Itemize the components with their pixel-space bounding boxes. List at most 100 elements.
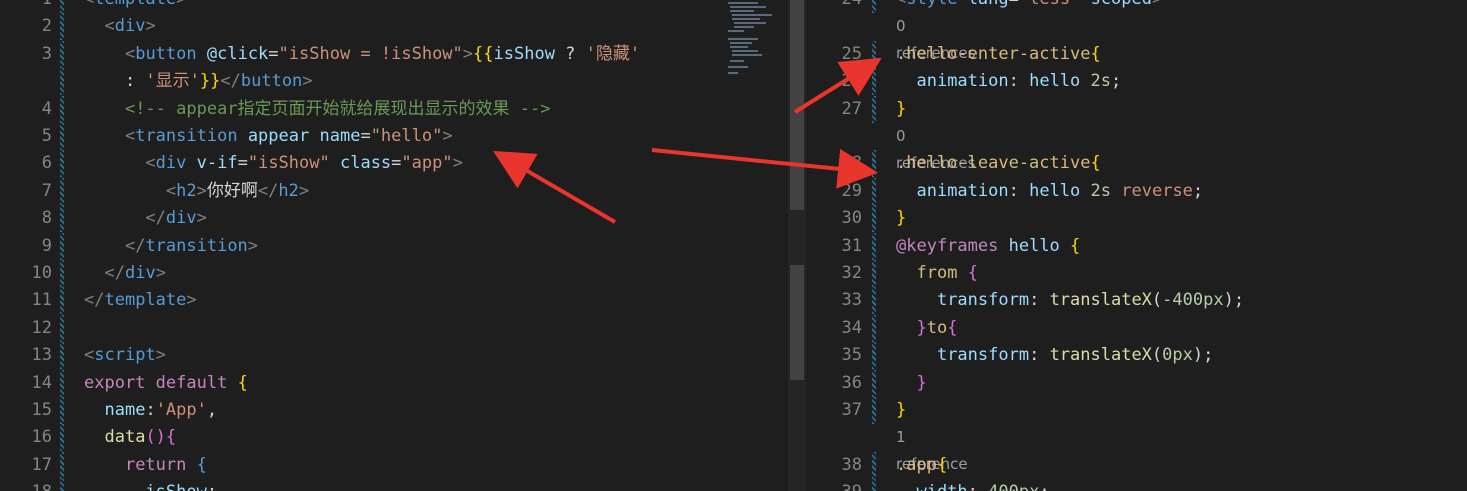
code-text[interactable]: isShow: xyxy=(84,479,217,491)
code-text[interactable]: <script> xyxy=(84,342,166,369)
git-change-indicator[interactable] xyxy=(60,205,64,233)
git-change-indicator[interactable] xyxy=(60,424,64,452)
code-text[interactable]: from { xyxy=(896,260,977,287)
code-text[interactable]: transform: translateX(0px); xyxy=(896,342,1213,369)
git-change-indicator[interactable] xyxy=(60,68,64,96)
code-token: '隐藏' xyxy=(585,43,641,64)
left-scrollbar-thumb-lower[interactable] xyxy=(790,265,804,380)
git-change-indicator[interactable] xyxy=(60,177,64,205)
code-text[interactable]: } xyxy=(896,205,906,232)
git-change-indicator[interactable] xyxy=(872,314,876,342)
line-number: 14 xyxy=(31,372,52,393)
git-change-indicator[interactable] xyxy=(60,40,64,68)
code-token: : xyxy=(207,482,217,491)
code-text[interactable]: transform: translateX(-400px); xyxy=(896,287,1244,314)
git-change-indicator[interactable] xyxy=(872,150,876,178)
git-change-indicator[interactable] xyxy=(872,479,876,491)
git-change-indicator[interactable] xyxy=(872,68,876,96)
git-change-indicator[interactable] xyxy=(872,369,876,397)
code-text[interactable]: .hello-enter-active{ xyxy=(896,41,1101,68)
git-change-indicator[interactable] xyxy=(60,287,64,315)
line-number: 13 xyxy=(31,345,52,366)
line-number: 10 xyxy=(31,263,52,283)
left-scrollbar-thumb[interactable] xyxy=(790,0,804,210)
code-text[interactable]: export default { xyxy=(84,370,248,397)
git-change-indicator[interactable] xyxy=(872,40,876,68)
code-text[interactable]: width: 400px; xyxy=(896,479,1049,491)
line-number: 33 xyxy=(841,290,862,311)
code-token: > xyxy=(186,290,197,311)
line-number: 11 xyxy=(31,290,52,311)
code-text[interactable]: </template> xyxy=(84,287,197,314)
code-text[interactable]: animation: hello 2s reverse; xyxy=(896,178,1203,205)
code-text[interactable]: </div> xyxy=(84,205,206,232)
git-change-indicator[interactable] xyxy=(872,342,876,370)
git-change-indicator[interactable] xyxy=(60,260,64,287)
code-text[interactable]: : '显示'}}</button> xyxy=(84,68,313,95)
code-text[interactable]: animation: hello 2s; xyxy=(896,68,1121,95)
code-token: < xyxy=(145,153,156,174)
code-text[interactable]: data(){ xyxy=(84,424,176,451)
git-change-indicator[interactable] xyxy=(60,232,64,260)
code-text[interactable]: } xyxy=(896,397,906,424)
git-change-indicator[interactable] xyxy=(60,13,64,41)
code-text[interactable]: return { xyxy=(84,452,207,479)
git-change-indicator[interactable] xyxy=(872,287,876,315)
git-change-indicator[interactable] xyxy=(60,95,64,123)
code-text[interactable]: <div v-if="isShow" class="app"> xyxy=(84,150,462,177)
code-text[interactable]: <template> xyxy=(84,0,186,13)
code-token: = xyxy=(391,153,402,174)
git-change-indicator[interactable] xyxy=(60,314,64,342)
code-text[interactable]: <button @click="isShow = !isShow">{{isSh… xyxy=(84,41,640,68)
code-text[interactable]: </div> xyxy=(84,260,165,287)
code-token: </ xyxy=(104,263,125,283)
git-change-indicator[interactable] xyxy=(60,150,64,178)
code-token: translateX xyxy=(1049,290,1152,311)
git-change-indicator[interactable] xyxy=(872,451,876,479)
code-text[interactable]: name:'App', xyxy=(84,397,217,424)
git-change-indicator[interactable] xyxy=(872,0,876,13)
code-text[interactable]: <h2>你好啊</h2> xyxy=(84,178,309,205)
line-number: 17 xyxy=(31,454,52,475)
code-text[interactable]: } xyxy=(896,370,926,397)
code-token: { xyxy=(1070,235,1081,256)
git-change-indicator[interactable] xyxy=(872,260,876,287)
left-editor-pane[interactable]: 1<template>2 <div>3 <button @click="isSh… xyxy=(0,0,788,491)
code-text[interactable]: } xyxy=(896,96,906,123)
code-text[interactable]: .hello-leave-active{ xyxy=(896,150,1101,177)
code-text[interactable]: </transition> xyxy=(84,233,258,260)
git-change-indicator[interactable] xyxy=(872,95,876,123)
git-change-indicator[interactable] xyxy=(60,479,64,491)
code-text[interactable]: .app{ xyxy=(896,452,947,479)
code-text[interactable]: }to{ xyxy=(896,315,957,342)
git-change-indicator[interactable] xyxy=(60,397,64,424)
code-text[interactable]: <transition appear name="hello"> xyxy=(84,123,453,150)
git-change-indicator[interactable] xyxy=(872,205,876,233)
code-token: < xyxy=(124,43,136,64)
git-change-indicator[interactable] xyxy=(60,451,64,479)
code-text[interactable]: <!-- appear指定页面开始就给展现出显示的效果 --> xyxy=(84,96,551,123)
code-token: h2 xyxy=(176,180,197,201)
code-token: .hello-enter-active xyxy=(896,43,1091,64)
code-text[interactable]: <div> xyxy=(84,13,155,40)
git-change-indicator[interactable] xyxy=(60,0,64,13)
code-token: , xyxy=(206,400,218,420)
right-editor-pane[interactable]: 24<style lang="less" scoped>0 references… xyxy=(806,0,1467,491)
git-change-indicator[interactable] xyxy=(872,232,876,260)
git-change-indicator[interactable] xyxy=(60,342,64,370)
code-text[interactable]: @keyframes hello { xyxy=(896,233,1080,260)
git-change-indicator[interactable] xyxy=(872,397,876,424)
code-token: < xyxy=(84,345,95,366)
code-token: template xyxy=(94,0,176,9)
git-change-indicator[interactable] xyxy=(872,177,876,205)
code-text[interactable]: <style lang="less" scoped> xyxy=(896,0,1162,13)
code-token: < xyxy=(84,0,94,9)
git-change-indicator[interactable] xyxy=(60,369,64,397)
minimap[interactable] xyxy=(716,0,782,80)
code-token: from xyxy=(916,263,958,283)
git-change-indicator[interactable] xyxy=(60,123,64,150)
